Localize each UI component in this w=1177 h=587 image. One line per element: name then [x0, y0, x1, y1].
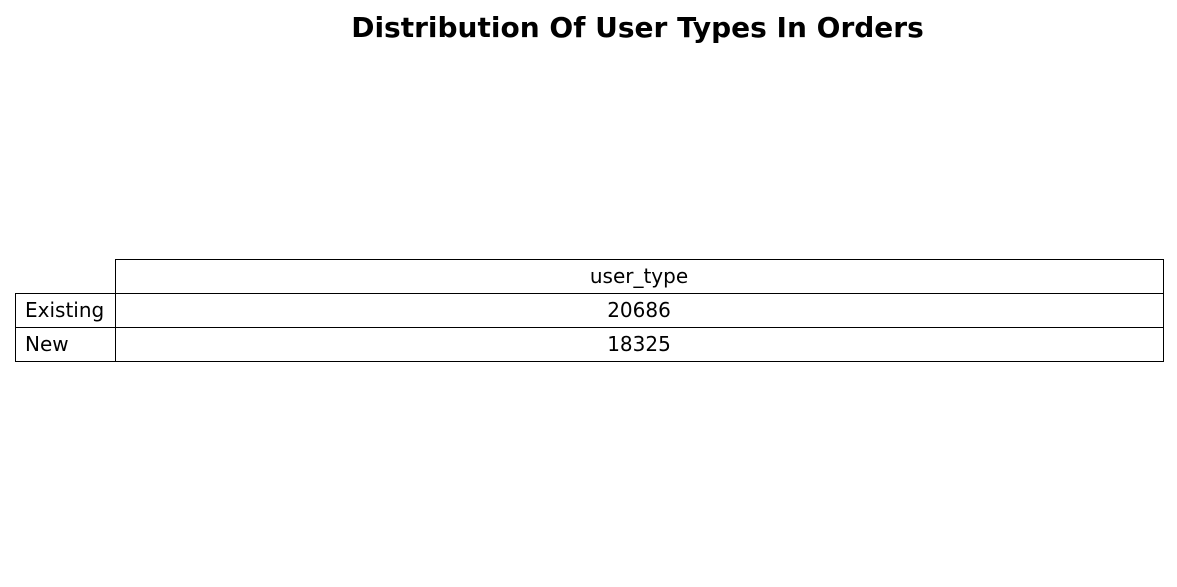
table-corner-cell — [16, 260, 116, 294]
row-label-new: New — [15, 327, 116, 362]
chart-title-wrap: Distribution Of User Types In Orders — [0, 0, 1177, 50]
table-row: Existing 20686 — [15, 293, 1164, 328]
table-row: New 18325 — [15, 327, 1164, 362]
table-header-row: user_type — [16, 259, 1164, 294]
data-table: user_type Existing 20686 New 18325 — [15, 259, 1164, 362]
row-label-existing: Existing — [15, 293, 116, 328]
table-cell-new-user-type: 18325 — [114, 327, 1164, 362]
column-header-user-type: user_type — [114, 259, 1164, 294]
chart-title: Distribution Of User Types In Orders — [351, 11, 924, 44]
table-cell-existing-user-type: 20686 — [114, 293, 1164, 328]
